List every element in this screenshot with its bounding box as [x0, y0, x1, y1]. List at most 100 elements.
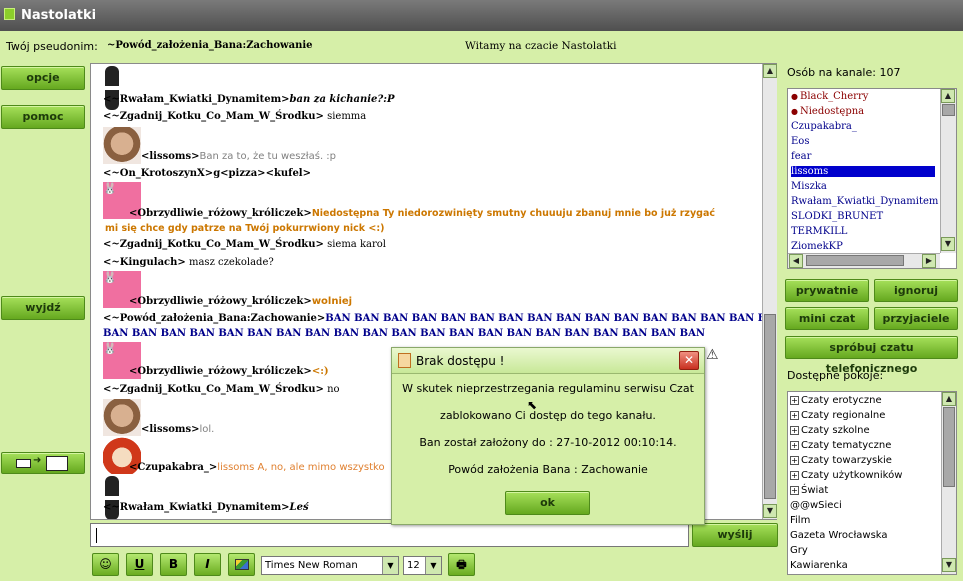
- room-group[interactable]: + Świat: [790, 485, 828, 496]
- italic-button[interactable]: I: [194, 553, 221, 576]
- scroll-down-icon[interactable]: ▼: [942, 558, 956, 572]
- chat-message: <Obrzydliwie_różowy_króliczek><:): [129, 366, 329, 377]
- bold-button[interactable]: B: [160, 553, 187, 576]
- dialog-text: Powód założenia Bana : Zachowanie: [448, 463, 648, 476]
- mouse-cursor-icon: ⬉: [527, 398, 538, 412]
- room-group[interactable]: + Czaty tematyczne: [790, 440, 891, 451]
- scroll-thumb[interactable]: [806, 255, 904, 266]
- nick-value: ~Powód_założenia_Bana:Zachowanie: [107, 40, 313, 51]
- warning-icon: ⚠: [706, 347, 719, 363]
- welcome-text: Witamy na czacie Nastolatki: [465, 40, 617, 52]
- scroll-up-icon[interactable]: ▲: [763, 64, 777, 78]
- message-input[interactable]: [90, 523, 689, 547]
- dialog-text: Ban został założony do : 27-10-2012 00:1…: [419, 436, 677, 449]
- window-icon: [46, 456, 68, 471]
- scroll-thumb[interactable]: [942, 104, 955, 116]
- text-cursor: [96, 528, 97, 543]
- room-group[interactable]: + Czaty towarzyskie: [790, 455, 892, 466]
- avatar: [105, 476, 119, 519]
- ban-dialog: Brak dostępu ! ✕ W skutek nieprzestrzega…: [391, 347, 705, 525]
- chat-message: <Czupakabra_>lissoms A, no, ale mimo wsz…: [129, 462, 385, 473]
- font-size-select[interactable]: 12 ▼: [403, 556, 442, 575]
- chat-message: mi się chce gdy patrze na Twój pokurrwio…: [105, 223, 385, 234]
- undock-window-button[interactable]: ➜: [1, 452, 85, 474]
- scroll-thumb[interactable]: [764, 314, 776, 499]
- dialog-title: Brak dostępu !: [416, 354, 505, 368]
- user-item-selected[interactable]: lissoms: [791, 166, 935, 177]
- chat-message: <Obrzydliwie_różowy_króliczek>wolniej: [129, 296, 353, 307]
- undock-icon: [16, 459, 31, 468]
- scroll-right-icon[interactable]: ▶: [922, 254, 936, 268]
- dialog-text: W skutek nieprzestrzegania regulaminu se…: [402, 382, 694, 395]
- exit-button[interactable]: wyjdź: [1, 296, 85, 320]
- room-group[interactable]: + Czaty użytkowników: [790, 470, 902, 481]
- room-item[interactable]: Gazeta Wrocławska: [790, 530, 888, 541]
- scroll-up-icon[interactable]: ▲: [942, 392, 956, 406]
- user-item[interactable]: fear: [791, 151, 811, 162]
- emoticon-button[interactable]: ☺: [92, 553, 119, 576]
- java-icon: [398, 353, 411, 368]
- scroll-down-icon[interactable]: ▼: [941, 237, 955, 251]
- scroll-down-icon[interactable]: ▼: [763, 504, 777, 518]
- phone-chat-button[interactable]: spróbuj czatu telefonicznego: [785, 336, 958, 375]
- user-item[interactable]: Czupakabra_: [791, 121, 857, 132]
- help-button[interactable]: pomoc: [1, 105, 85, 129]
- chat-message: <~On_KrotoszynX>g<pizza><kufel>: [103, 168, 311, 179]
- friends-button[interactable]: przyjaciele: [874, 307, 958, 330]
- chat-message: <~Rwałam_Kwiatki_Dynamitem>Leś: [103, 502, 309, 513]
- chat-message: <~Zgadnij_Kotku_Co_Mam_W_Środku> siemma: [103, 111, 367, 122]
- image-icon: [234, 559, 249, 570]
- dialog-text: zablokowano Ci dostęp do tego kanału.: [440, 409, 656, 422]
- arrow-right-icon: ➜: [33, 455, 42, 466]
- font-select[interactable]: Times New Roman ▼: [261, 556, 399, 575]
- chat-message: <lissoms>Ban za to, że tu weszłaś. :p: [141, 151, 337, 162]
- user-list-hscrollbar[interactable]: ◀ ▶: [788, 253, 940, 268]
- users-count-label: Osób na kanale: 107: [787, 66, 901, 79]
- image-button[interactable]: [228, 553, 255, 576]
- title-bar: Nastolatki: [0, 0, 963, 31]
- room-item[interactable]: Gry: [790, 545, 808, 556]
- nick-label: Twój pseudonim:: [6, 40, 98, 53]
- private-button[interactable]: prywatnie: [785, 279, 869, 302]
- user-item[interactable]: Black_Cherry: [791, 91, 868, 102]
- chat-message: BAN BAN BAN BAN BAN BAN BAN BAN BAN BAN …: [103, 328, 706, 339]
- chat-message: <~Zgadnij_Kotku_Co_Mam_W_Środku> no: [103, 384, 340, 395]
- user-item[interactable]: TERMKILL: [791, 226, 847, 237]
- printer-icon: 🖶: [456, 558, 467, 571]
- room-item[interactable]: Kawiarenka: [790, 560, 848, 571]
- ok-button[interactable]: ok: [505, 491, 590, 515]
- user-list-scrollbar[interactable]: ▲ ▼: [940, 89, 956, 253]
- user-item[interactable]: ZiomekKP: [791, 241, 843, 252]
- chat-message: <~Kingulach> masz czekolade?: [103, 257, 274, 268]
- user-item[interactable]: Miszka: [791, 181, 827, 192]
- chat-message: <Obrzydliwie_różowy_króliczek>Niedostępn…: [129, 208, 716, 219]
- app-icon: [4, 8, 15, 20]
- user-item[interactable]: SLODKI_BRUNET: [791, 211, 883, 222]
- window-title: Nastolatki: [21, 8, 97, 23]
- scroll-left-icon[interactable]: ◀: [789, 254, 803, 268]
- underline-button[interactable]: U: [126, 553, 153, 576]
- user-list[interactable]: Black_Cherry Niedostępna Czupakabra_ Eos…: [787, 88, 957, 269]
- close-icon[interactable]: ✕: [679, 351, 699, 370]
- room-group[interactable]: + Czaty szkolne: [790, 425, 870, 436]
- options-button[interactable]: opcje: [1, 66, 85, 90]
- scroll-thumb[interactable]: [943, 407, 955, 487]
- room-group[interactable]: + Czaty regionalne: [790, 410, 885, 421]
- room-list[interactable]: + Czaty erotyczne + Czaty regionalne + Czat…: [787, 391, 957, 575]
- user-item[interactable]: Niedostępna: [791, 106, 864, 117]
- chat-message: <lissoms>lol.: [141, 424, 215, 435]
- ignore-button[interactable]: ignoruj: [874, 279, 958, 302]
- rooms-label: Dostępne pokoje:: [787, 369, 884, 382]
- room-item[interactable]: @@wSieci: [790, 500, 842, 511]
- send-button[interactable]: wyślij: [692, 523, 778, 547]
- chat-message: <~Rwałam_Kwiatki_Dynamitem>ban za kichan…: [103, 94, 395, 105]
- mini-chat-button[interactable]: mini czat: [785, 307, 869, 330]
- room-group[interactable]: + Czaty erotyczne: [790, 395, 882, 406]
- chat-scrollbar[interactable]: ▲ ▼: [762, 64, 777, 519]
- user-item[interactable]: Eos: [791, 136, 809, 147]
- print-button[interactable]: 🖶: [448, 553, 475, 576]
- user-item[interactable]: Rwałam_Kwiatki_Dynamitem: [791, 196, 938, 207]
- scroll-up-icon[interactable]: ▲: [941, 89, 955, 103]
- room-item[interactable]: Film: [790, 515, 810, 526]
- room-list-scrollbar[interactable]: ▲ ▼: [941, 392, 956, 574]
